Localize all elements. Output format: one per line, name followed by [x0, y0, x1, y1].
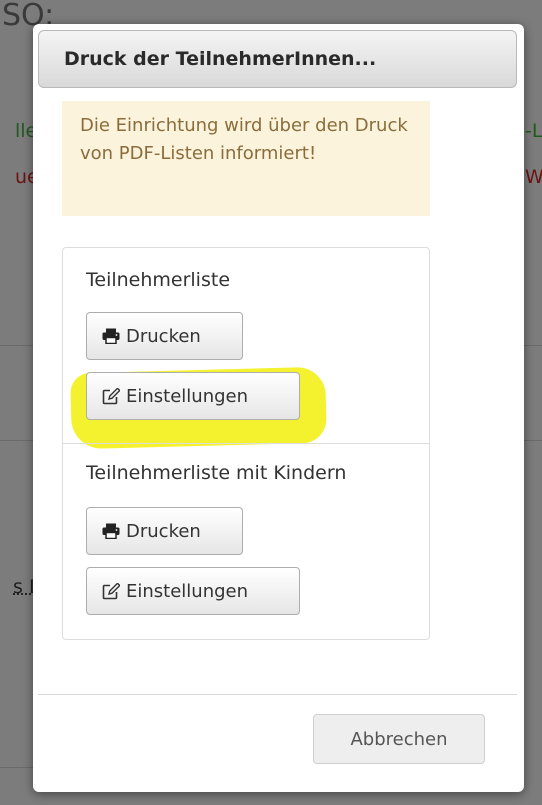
printer-icon — [102, 523, 120, 539]
edit-icon — [102, 582, 120, 600]
print-button-label: Drucken — [126, 520, 201, 542]
printer-icon — [102, 328, 120, 344]
print-button-label: Drucken — [126, 325, 201, 347]
footer-divider — [38, 694, 517, 695]
info-alert: Die Einrichtung wird über den Druck von … — [62, 101, 430, 216]
background-divider — [524, 345, 542, 346]
settings-button[interactable]: Einstellungen — [86, 567, 300, 615]
settings-button-label: Einstellungen — [126, 580, 249, 602]
background-divider — [0, 345, 33, 346]
background-divider — [524, 440, 542, 441]
section-teilnehmerliste: Teilnehmerliste Drucken Einstellungen — [63, 248, 429, 444]
print-button[interactable]: Drucken — [86, 312, 243, 360]
background-divider — [0, 440, 33, 441]
cancel-button[interactable]: Abbrechen — [313, 714, 485, 764]
edit-icon — [102, 387, 120, 405]
background-text-red-right: W — [525, 166, 542, 188]
background-text-green-right: -L — [525, 120, 542, 142]
background-divider — [0, 767, 33, 768]
settings-button-label: Einstellungen — [126, 385, 249, 407]
print-button[interactable]: Drucken — [86, 507, 243, 555]
dialog-title: Druck der TeilnehmerInnen... — [38, 30, 517, 88]
section-title: Teilnehmerliste mit Kindern — [86, 462, 347, 484]
print-dialog: Druck der TeilnehmerInnen... Die Einrich… — [33, 24, 524, 792]
section-title: Teilnehmerliste — [86, 269, 231, 291]
section-teilnehmerliste-mit-kindern: Teilnehmerliste mit Kindern Drucken Eins… — [63, 444, 429, 641]
settings-button[interactable]: Einstellungen — [86, 372, 300, 420]
print-options-panel: Teilnehmerliste Drucken Einstellungen Te… — [62, 247, 430, 640]
